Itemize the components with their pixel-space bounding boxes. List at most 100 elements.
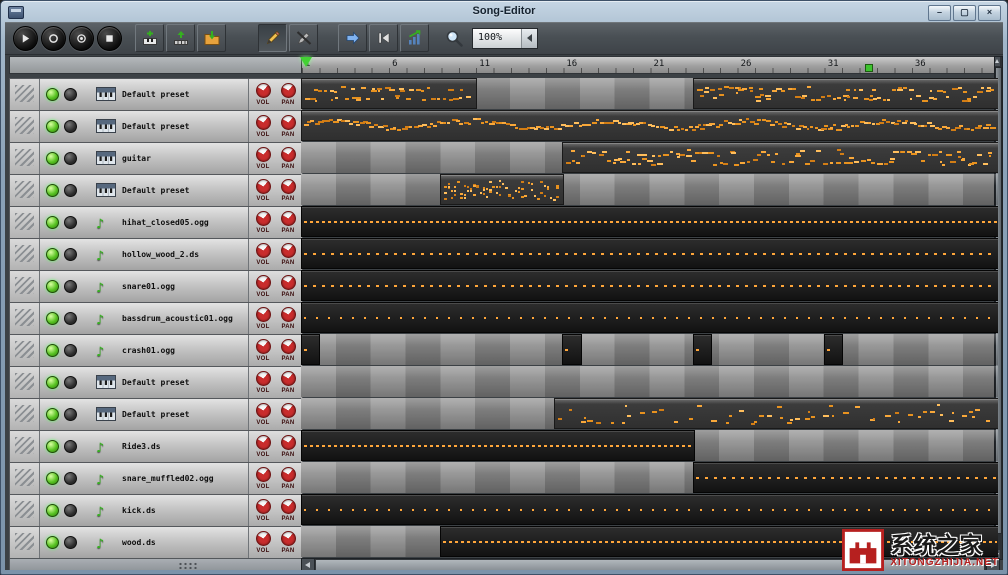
pan-knob[interactable] (281, 371, 296, 386)
pattern-segment[interactable] (562, 142, 998, 173)
track-lane[interactable] (301, 334, 998, 365)
track-grip[interactable] (10, 303, 40, 334)
beat-segment[interactable] (301, 206, 998, 237)
record-button[interactable] (41, 26, 66, 51)
track-mute-led[interactable] (46, 504, 59, 517)
pan-knob[interactable] (281, 147, 296, 162)
pan-knob[interactable] (281, 499, 296, 514)
track-name[interactable]: Default preset (122, 90, 189, 99)
track-grip[interactable] (10, 495, 40, 526)
track-grip[interactable] (10, 239, 40, 270)
track-solo-led[interactable] (64, 504, 77, 517)
minimize-button[interactable]: – (928, 5, 951, 21)
track-lane[interactable] (301, 398, 998, 429)
goto-next-button[interactable] (338, 24, 367, 52)
track-name[interactable]: Default preset (122, 186, 189, 195)
pattern-segment[interactable] (301, 78, 477, 109)
track-lane[interactable] (301, 206, 998, 237)
track-mute-led[interactable] (46, 216, 59, 229)
track-solo-led[interactable] (64, 376, 77, 389)
pan-knob[interactable] (281, 275, 296, 290)
track-lane[interactable] (301, 142, 998, 173)
beat-segment[interactable] (824, 334, 843, 365)
pan-knob[interactable] (281, 243, 296, 258)
track-mute-led[interactable] (46, 152, 59, 165)
add-bb-track-button[interactable] (166, 24, 195, 52)
track-solo-led[interactable] (64, 440, 77, 453)
volume-knob[interactable] (256, 339, 271, 354)
zoom-combobox[interactable]: 100% (472, 28, 538, 49)
track-solo-led[interactable] (64, 536, 77, 549)
pan-knob[interactable] (281, 467, 296, 482)
volume-knob[interactable] (256, 371, 271, 386)
track-lane[interactable] (301, 110, 998, 141)
track-name[interactable]: snare01.ogg (122, 282, 175, 291)
track-mute-led[interactable] (46, 344, 59, 357)
track-mute-led[interactable] (46, 376, 59, 389)
track-lane[interactable] (301, 462, 998, 493)
track-mute-led[interactable] (46, 248, 59, 261)
titlebar[interactable]: Song-Editor – ▢ × (2, 2, 1006, 21)
track-name[interactable]: hollow_wood_2.ds (122, 250, 199, 259)
pan-knob[interactable] (281, 531, 296, 546)
track-name[interactable]: bassdrum_acoustic01.ogg (122, 314, 233, 323)
track-solo-led[interactable] (64, 88, 77, 101)
volume-knob[interactable] (256, 243, 271, 258)
stats-button[interactable] (400, 24, 429, 52)
beat-segment[interactable] (301, 334, 320, 365)
track-mute-led[interactable] (46, 280, 59, 293)
beat-segment[interactable] (562, 334, 581, 365)
track-name[interactable]: kick.ds (122, 506, 156, 515)
track-solo-led[interactable] (64, 280, 77, 293)
scroll-left-arrow[interactable] (302, 559, 315, 570)
pattern-segment[interactable] (440, 174, 564, 205)
track-solo-led[interactable] (64, 248, 77, 261)
volume-knob[interactable] (256, 307, 271, 322)
pan-knob[interactable] (281, 115, 296, 130)
volume-knob[interactable] (256, 147, 271, 162)
play-button[interactable] (13, 26, 38, 51)
track-grip[interactable] (10, 367, 40, 398)
zoom-dropdown-button[interactable] (521, 29, 537, 48)
edit-mode-button[interactable] (289, 24, 318, 52)
goto-start-button[interactable] (369, 24, 398, 52)
track-grip[interactable] (10, 271, 40, 302)
draw-mode-button[interactable] (258, 24, 287, 52)
close-button[interactable]: × (978, 5, 1001, 21)
track-solo-led[interactable] (64, 472, 77, 485)
playhead-marker[interactable] (300, 57, 312, 67)
stop-button[interactable] (97, 26, 122, 51)
track-grip[interactable] (10, 431, 40, 462)
track-lane[interactable] (301, 270, 998, 301)
pattern-segment[interactable] (693, 78, 998, 109)
pattern-segment[interactable] (554, 398, 998, 429)
timeline-ruler[interactable]: 16111621263136 (301, 56, 1000, 74)
track-grip[interactable] (10, 143, 40, 174)
add-instrument-track-button[interactable] (135, 24, 164, 52)
track-name[interactable]: wood.ds (122, 538, 156, 547)
track-grip[interactable] (10, 335, 40, 366)
track-lane[interactable] (301, 174, 998, 205)
volume-knob[interactable] (256, 179, 271, 194)
track-lane[interactable] (301, 238, 998, 269)
pan-knob[interactable] (281, 179, 296, 194)
maximize-button[interactable]: ▢ (953, 5, 976, 21)
beat-segment[interactable] (301, 302, 998, 333)
beat-segment[interactable] (693, 334, 712, 365)
pattern-segment[interactable] (301, 110, 998, 141)
pan-knob[interactable] (281, 307, 296, 322)
track-solo-led[interactable] (64, 312, 77, 325)
track-name[interactable]: Default preset (122, 410, 189, 419)
track-grip[interactable] (10, 79, 40, 110)
track-mute-led[interactable] (46, 472, 59, 485)
track-mute-led[interactable] (46, 184, 59, 197)
beat-segment[interactable] (301, 238, 998, 269)
track-solo-led[interactable] (64, 184, 77, 197)
track-lane[interactable] (301, 366, 998, 397)
track-grip[interactable] (10, 175, 40, 206)
pan-knob[interactable] (281, 339, 296, 354)
track-name[interactable]: hihat_closed05.ogg (122, 218, 209, 227)
beat-segment[interactable] (301, 430, 695, 461)
track-mute-led[interactable] (46, 312, 59, 325)
scroll-up-arrow[interactable] (995, 57, 1000, 66)
